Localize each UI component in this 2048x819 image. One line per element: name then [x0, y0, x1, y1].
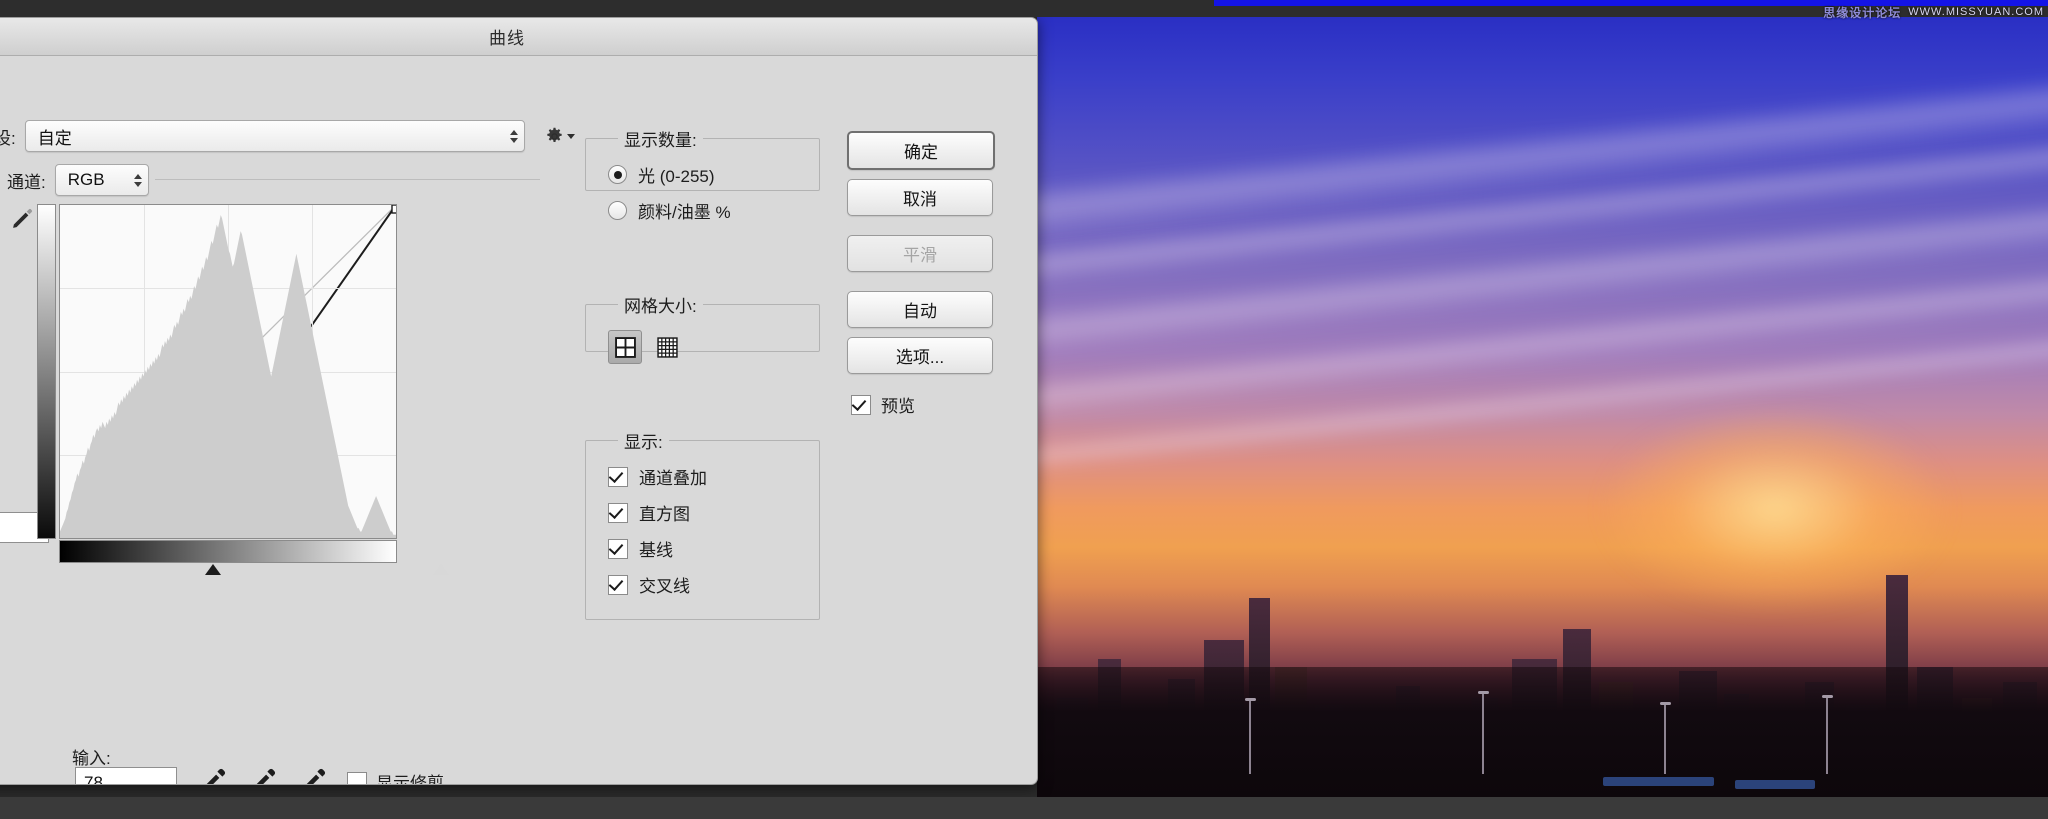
grid-fine-icon[interactable]: [651, 331, 683, 363]
background-photo: [1037, 17, 2048, 797]
stepper-updown-icon[interactable]: [134, 174, 142, 187]
eyedropper-black-point-icon[interactable]: [202, 766, 228, 785]
preview-checkbox[interactable]: [851, 395, 871, 415]
display-amount-group: 显示数量: 光 (0-255) 颜料/油墨 %: [585, 126, 820, 191]
white-point-handle[interactable]: [433, 564, 449, 575]
smooth-button: 平滑: [847, 235, 993, 272]
grid-size-buttons: [608, 330, 819, 364]
display-item-baseline-label: 基线: [639, 536, 673, 561]
divider: [155, 179, 540, 180]
display-item-histogram-checkbox[interactable]: [608, 503, 628, 523]
display-item-channel-overlay-label: 通道叠加: [639, 464, 707, 489]
dialog-buttons: 确定 取消 平滑 自动 选项... 预览: [847, 131, 995, 417]
display-item-intersection-checkbox[interactable]: [608, 575, 628, 595]
auto-button[interactable]: 自动: [847, 291, 993, 328]
dialog-title: 曲线: [489, 24, 525, 49]
radio-light-label: 光 (0-255): [638, 162, 715, 187]
grid-coarse-icon[interactable]: [608, 330, 642, 364]
curve-graph[interactable]: [59, 204, 397, 539]
display-group: 显示: 通道叠加 直方图 基线 交叉线: [585, 428, 820, 620]
display-amount-legend: 显示数量:: [618, 126, 703, 151]
input-field[interactable]: 78: [75, 767, 177, 785]
channel-row: 通道: RGB: [7, 164, 149, 196]
preset-select[interactable]: 自定: [25, 120, 525, 152]
radio-pigment-input[interactable]: [608, 201, 627, 220]
display-item-intersection-label: 交叉线: [639, 572, 690, 597]
display-item-channel-overlay-checkbox[interactable]: [608, 467, 628, 487]
watermark-site-name: 思缘设计论坛: [1823, 4, 1901, 21]
curve-tool-column: [0, 204, 37, 232]
grid-size-group: 网格大小:: [585, 292, 820, 352]
preset-row: 预设: 自定: [0, 120, 575, 152]
screen: 思缘设计论坛 WWW.MISSYUAN.COM 曲线 预设: 自定: [0, 0, 2048, 819]
foreground-ground: [1037, 667, 2048, 797]
dialog-title-bar[interactable]: 曲线: [0, 18, 1037, 56]
display-item-intersection[interactable]: 交叉线: [608, 572, 819, 597]
channel-label: 通道:: [7, 168, 46, 193]
display-item-baseline-checkbox[interactable]: [608, 539, 628, 559]
eyedropper-group: [202, 766, 328, 785]
pencil-tool-icon[interactable]: [7, 205, 37, 231]
preview-row[interactable]: 预览: [851, 392, 995, 417]
vertical-gradient-bar: [37, 204, 56, 539]
desktop-top-bar: [0, 0, 2048, 17]
eyedropper-white-point-icon[interactable]: [302, 766, 328, 785]
input-label: 输入:: [72, 744, 111, 769]
radio-pigment[interactable]: 颜料/油墨 %: [608, 198, 819, 223]
show-clipping-row[interactable]: 显示修剪: [347, 769, 444, 785]
desktop-bottom-bar: [0, 797, 2048, 819]
stepper-updown-icon[interactable]: [510, 130, 518, 143]
histogram: [60, 205, 396, 538]
eyedropper-gray-point-icon[interactable]: [252, 766, 278, 785]
preset-value: 自定: [38, 124, 502, 149]
display-item-baseline[interactable]: 基线: [608, 536, 819, 561]
cancel-button[interactable]: 取消: [847, 179, 993, 216]
preset-label: 预设:: [0, 124, 16, 149]
radio-pigment-label: 颜料/油墨 %: [638, 198, 731, 223]
show-clipping-label: 显示修剪: [376, 769, 444, 785]
radio-light[interactable]: 光 (0-255): [608, 162, 819, 187]
gear-icon[interactable]: [544, 126, 575, 147]
black-point-handle[interactable]: [205, 564, 221, 575]
options-button[interactable]: 选项...: [847, 337, 993, 374]
display-legend: 显示:: [618, 428, 669, 453]
display-item-channel-overlay[interactable]: 通道叠加: [608, 464, 819, 489]
ok-button[interactable]: 确定: [847, 131, 995, 170]
grid-size-legend: 网格大小:: [618, 292, 703, 317]
display-item-histogram-label: 直方图: [639, 500, 690, 525]
display-item-histogram[interactable]: 直方图: [608, 500, 819, 525]
city-skyline: [1037, 415, 2048, 797]
preview-label: 预览: [881, 392, 915, 417]
watermark: 思缘设计论坛 WWW.MISSYUAN.COM: [1823, 2, 2044, 22]
radio-light-input[interactable]: [608, 165, 627, 184]
channel-select[interactable]: RGB: [55, 164, 149, 196]
watermark-url: WWW.MISSYUAN.COM: [1908, 6, 2044, 18]
channel-value: RGB: [68, 170, 126, 190]
show-clipping-checkbox[interactable]: [347, 772, 367, 786]
horizontal-gradient-bar: [59, 540, 397, 563]
curves-dialog: 曲线 预设: 自定 通道: RGB: [0, 17, 1038, 785]
